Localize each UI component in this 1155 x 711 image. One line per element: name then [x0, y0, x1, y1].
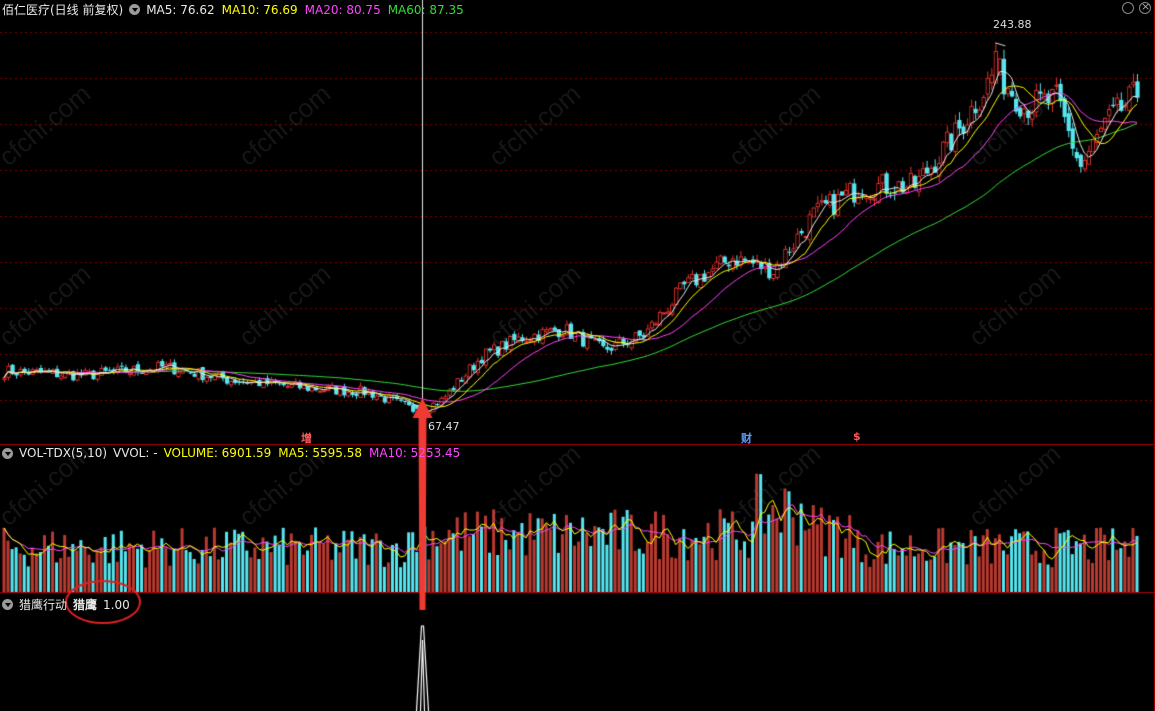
settings-dropdown-icon[interactable]	[129, 4, 141, 15]
candlestick-chart[interactable]	[0, 0, 1155, 711]
high-price-label: 243.88	[993, 18, 1032, 31]
indicator-dropdown-icon[interactable]	[2, 599, 13, 610]
indicator-name: 猎鹰行动	[19, 598, 68, 612]
volume-dropdown-icon[interactable]	[2, 447, 13, 459]
indicator-label: 猎鹰	[73, 598, 98, 612]
volume-legend-item-0: VOLUME: 6901.59	[163, 446, 272, 460]
event-marker-increase[interactable]: 增	[301, 430, 312, 446]
indicator-value: 1.00	[103, 597, 130, 612]
ma-legend: MA5: 76.62 MA10: 76.69 MA20: 80.75 MA60: 87…	[146, 3, 464, 17]
vvol-label: VVOL: -	[113, 446, 158, 460]
indicator-header: 猎鹰行动 猎鹰 1.00	[2, 596, 130, 613]
event-marker-dividend[interactable]: $	[853, 430, 861, 443]
ma-legend-item-0: MA5: 76.62	[146, 2, 215, 17]
close-icon[interactable]	[1139, 0, 1151, 14]
low-price-label: 67.47	[428, 420, 460, 433]
volume-legend: VOLUME: 6901.59 MA5: 5595.58 MA10: 5253.45	[164, 446, 461, 460]
ma-legend-item-2: MA20: 80.75	[304, 2, 381, 17]
ma-legend-item-3: MA60: 87.35	[387, 2, 464, 17]
window-settings-icon[interactable]	[1122, 2, 1134, 14]
stock-name: 佰仁医疗(日线 前复权)	[2, 3, 124, 17]
event-marker-finance[interactable]: 财	[741, 430, 752, 446]
volume-legend-item-2: MA10: 5253.45	[368, 446, 461, 460]
volume-legend-item-1: MA5: 5595.58	[278, 446, 362, 460]
price-header: 佰仁医疗(日线 前复权) MA5: 76.62 MA10: 76.69 MA20: …	[2, 1, 464, 18]
volume-indicator-name: VOL-TDX(5,10)	[19, 446, 108, 460]
volume-header: VOL-TDX(5,10) VVOL: - VOLUME: 6901.59 MA5…	[2, 446, 460, 460]
ma-legend-item-1: MA10: 76.69	[221, 2, 298, 17]
